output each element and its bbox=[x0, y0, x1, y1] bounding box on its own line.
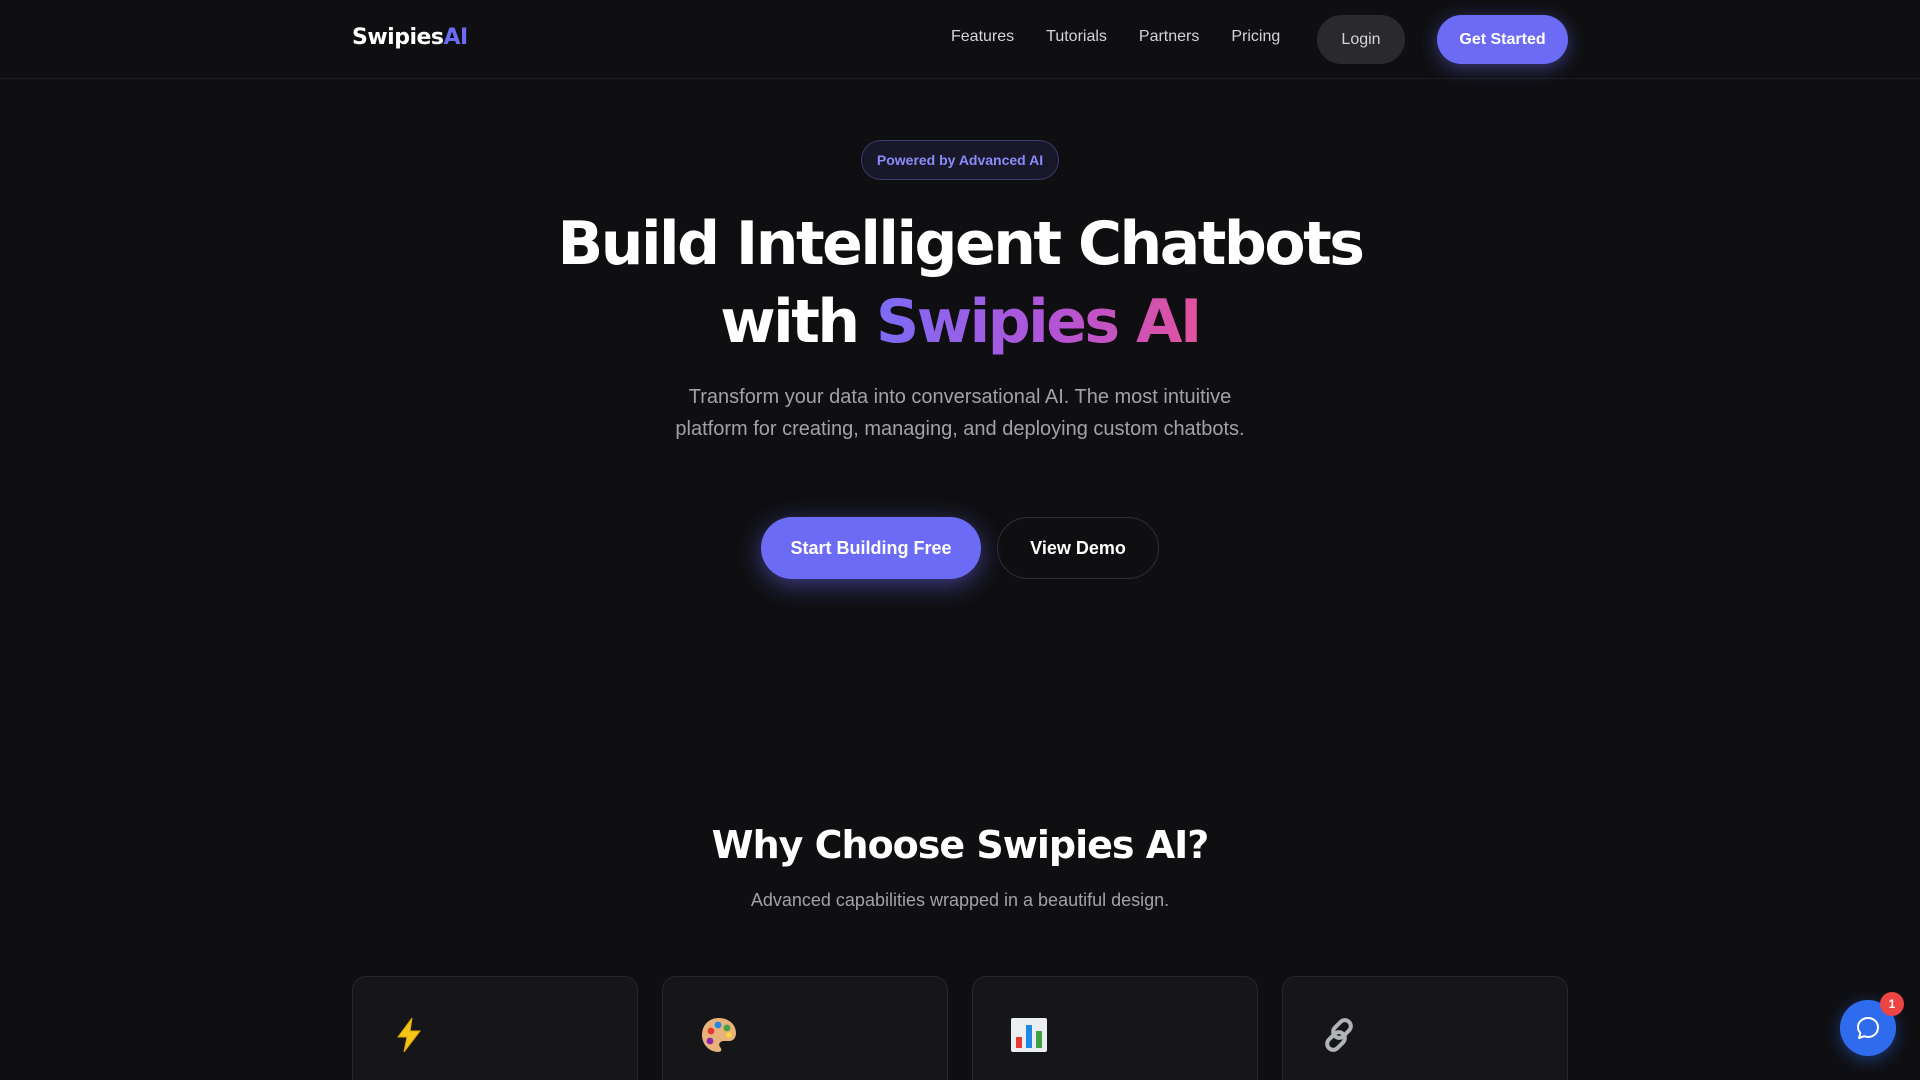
nav-link-tutorials[interactable]: Tutorials bbox=[1046, 28, 1107, 46]
hero-title-prefix: with bbox=[720, 287, 860, 357]
login-button[interactable]: Login bbox=[1317, 15, 1405, 64]
nav-link-pricing[interactable]: Pricing bbox=[1231, 28, 1280, 46]
logo[interactable]: SwipiesAI bbox=[352, 25, 468, 50]
start-building-button[interactable]: Start Building Free bbox=[761, 517, 981, 579]
logo-accent: AI bbox=[443, 25, 469, 50]
get-started-button[interactable]: Get Started bbox=[1437, 15, 1568, 64]
feature-card-design bbox=[662, 976, 948, 1080]
link-icon bbox=[1325, 1018, 1353, 1052]
nav-link-partners[interactable]: Partners bbox=[1139, 28, 1199, 46]
powered-by-badge: Powered by Advanced AI bbox=[861, 140, 1059, 180]
hero-subtitle: Transform your data into conversational … bbox=[675, 386, 1245, 440]
chat-icon bbox=[1857, 1017, 1879, 1039]
nav-link-features[interactable]: Features bbox=[951, 28, 1014, 46]
view-demo-button[interactable]: View Demo bbox=[997, 517, 1159, 579]
why-title: Why Choose Swipies AI? bbox=[711, 823, 1210, 867]
hero-title-line1: Build Intelligent Chatbots bbox=[557, 209, 1365, 279]
navbar: SwipiesAI Features Tutorials Partners Pr… bbox=[0, 0, 1920, 79]
feature-card-integrations bbox=[1282, 976, 1568, 1080]
lightning-icon bbox=[397, 1017, 422, 1053]
feature-card-analytics bbox=[972, 976, 1258, 1080]
bar-chart-icon bbox=[1011, 1018, 1047, 1052]
why-subtitle: Advanced capabilities wrapped in a beaut… bbox=[750, 890, 1170, 910]
feature-card-speed bbox=[352, 976, 638, 1080]
palette-icon bbox=[702, 1018, 736, 1052]
logo-main: Swipies bbox=[352, 25, 444, 50]
nav-links: Features Tutorials Partners Pricing bbox=[951, 28, 1280, 46]
hero-title-highlight: Swipies AI bbox=[876, 287, 1202, 357]
chat-unread-badge: 1 bbox=[1880, 992, 1904, 1016]
hero-title: Build Intelligent Chatbots with Swipies … bbox=[0, 205, 1920, 361]
